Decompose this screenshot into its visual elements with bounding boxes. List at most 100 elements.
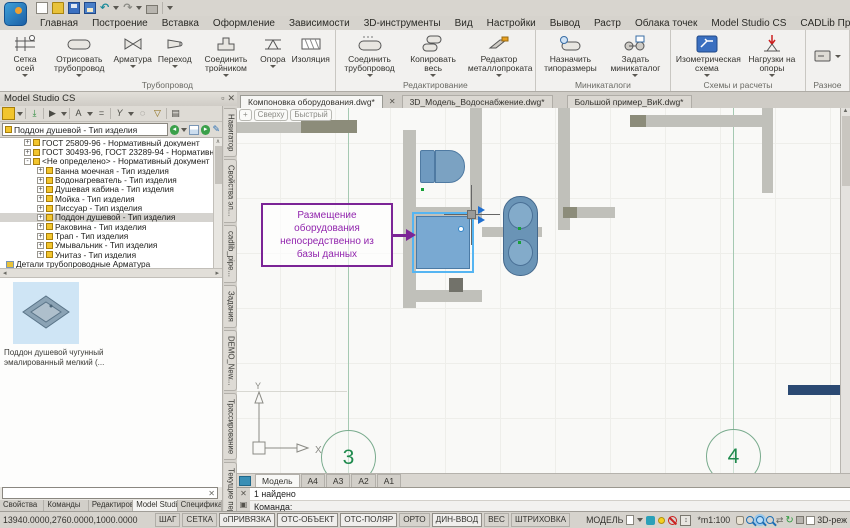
toggle-shag[interactable]: ШАГ bbox=[155, 513, 180, 527]
expand-toggle[interactable]: + bbox=[37, 223, 44, 230]
refresh-back-icon[interactable]: ◂ bbox=[170, 125, 180, 135]
expand-toggle[interactable]: + bbox=[37, 186, 44, 193]
wall[interactable] bbox=[563, 207, 577, 218]
grip-arrow-icon[interactable] bbox=[478, 206, 485, 214]
tree-row[interactable]: +Водонагреватель - Тип изделия bbox=[0, 175, 222, 184]
chevron-down-icon[interactable] bbox=[181, 128, 187, 132]
side-tab-navigator[interactable]: Навигатор bbox=[224, 108, 237, 157]
viewport-view-control[interactable]: Сверху bbox=[254, 109, 289, 121]
chevron-down-icon[interactable] bbox=[61, 112, 67, 116]
toilet-bowl[interactable] bbox=[435, 150, 465, 183]
support-loads-button[interactable]: Нагрузки на опоры bbox=[741, 32, 803, 78]
layout-icon[interactable] bbox=[239, 476, 251, 486]
chevron-down-icon[interactable] bbox=[128, 112, 134, 116]
clear-icon[interactable]: ✕ bbox=[208, 488, 215, 499]
expand-toggle[interactable]: + bbox=[37, 177, 44, 184]
tree-scrollbar[interactable]: ∧ bbox=[213, 138, 222, 268]
layout-tab-a2[interactable]: A2 bbox=[351, 474, 375, 488]
search-icon[interactable]: ◌ bbox=[136, 107, 149, 120]
export-icon[interactable]: ⤓ bbox=[28, 107, 41, 120]
doc-tab-komponovka[interactable]: Компоновка оборудования.dwg* bbox=[240, 95, 383, 108]
zoom-icon[interactable] bbox=[746, 516, 754, 524]
layers-icon[interactable] bbox=[646, 516, 655, 525]
expand-toggle[interactable]: - bbox=[24, 158, 31, 165]
menu-tab-glavnaya[interactable]: Главная bbox=[33, 17, 85, 30]
undo-caret-icon[interactable] bbox=[113, 6, 119, 10]
tree-row[interactable]: +Писсуар - Тип изделия bbox=[0, 203, 222, 212]
expand-toggle[interactable]: + bbox=[37, 242, 44, 249]
undo-icon[interactable]: ↶ bbox=[100, 2, 109, 14]
wall[interactable] bbox=[301, 120, 357, 133]
tree-row[interactable]: +ГОСТ 25809-96 - Нормативный документ bbox=[0, 138, 222, 147]
model-canvas[interactable]: Размещение оборудования непосредственно … bbox=[237, 108, 840, 473]
assign-sizes-button[interactable]: Назначить типоразмеры bbox=[538, 32, 603, 74]
misc-button[interactable] bbox=[811, 44, 844, 68]
floor-drain[interactable] bbox=[449, 278, 463, 292]
toggle-ves[interactable]: ВЕС bbox=[484, 513, 509, 527]
tree-row[interactable]: +Мойка - Тип изделия bbox=[0, 194, 222, 203]
side-tab-zadaniya[interactable]: Задания bbox=[224, 285, 237, 328]
toggle-orto[interactable]: ОРТО bbox=[399, 513, 429, 527]
viewport-menu-control[interactable]: + bbox=[239, 109, 252, 121]
expand-toggle[interactable]: + bbox=[24, 139, 31, 146]
wall[interactable] bbox=[630, 115, 646, 127]
window-element[interactable] bbox=[788, 385, 840, 395]
layout-tab-model[interactable]: Модель bbox=[255, 474, 300, 488]
pan-icon[interactable] bbox=[736, 516, 744, 525]
tree-row[interactable]: -<Не определено> - Нормативный документ bbox=[0, 157, 222, 166]
toggle-shtrikhovka[interactable]: ШТРИХОВКА bbox=[511, 513, 570, 527]
connect-pipe-button[interactable]: Соединить трубопровод bbox=[338, 32, 402, 78]
customize-caret-icon[interactable] bbox=[167, 6, 173, 10]
table-view-icon[interactable] bbox=[189, 125, 199, 135]
item-type-combo[interactable]: Поддон душевой - Тип изделия bbox=[2, 123, 168, 136]
redo-caret-icon[interactable] bbox=[136, 6, 142, 10]
sheet-icon[interactable] bbox=[626, 515, 634, 525]
menu-tab-model-studio[interactable]: Model Studio CS bbox=[704, 17, 793, 30]
copy-all-button[interactable]: Копировать весь bbox=[401, 32, 465, 78]
shower-tray-fixture[interactable] bbox=[416, 216, 470, 269]
menu-tab-vyvod[interactable]: Вывод bbox=[543, 17, 587, 30]
funnel-icon[interactable]: ▽ bbox=[151, 107, 164, 120]
wall[interactable] bbox=[237, 122, 301, 133]
pin-icon[interactable]: ✎ bbox=[212, 124, 220, 135]
toggle-ots-obekt[interactable]: ОТС-ОБЪЕКТ bbox=[277, 513, 338, 527]
canvas-scrollbar[interactable]: ▲ bbox=[840, 108, 850, 473]
support-button[interactable]: Опора bbox=[257, 32, 288, 69]
set-minicatalog-button[interactable]: Задать миникаталог bbox=[603, 32, 668, 78]
toggle-setka[interactable]: СЕТКА bbox=[182, 513, 217, 527]
space-mode-label[interactable]: МОДЕЛЬ bbox=[586, 515, 623, 525]
tree-row[interactable]: +Трап - Тип изделия bbox=[0, 231, 222, 240]
menu-tab-vid[interactable]: Вид bbox=[448, 17, 480, 30]
side-tab-demo-new[interactable]: DEMO_New... bbox=[224, 330, 237, 391]
panel-filter-input[interactable]: ✕ bbox=[2, 487, 218, 499]
menu-tab-rastr[interactable]: Растр bbox=[587, 17, 628, 30]
filter-expression-icon[interactable]: Y bbox=[113, 107, 126, 120]
side-tab-tekushchie[interactable]: Текущие пер... bbox=[224, 462, 237, 511]
tree-row[interactable]: +ГОСТ 30493-96, ГОСТ 23289-94 - Норматив… bbox=[0, 147, 222, 156]
3d-mode-label[interactable]: 3D-реж bbox=[817, 515, 847, 525]
regen-icon[interactable]: ↻ bbox=[785, 515, 793, 526]
fullscreen-icon[interactable] bbox=[806, 516, 815, 525]
expand-toggle[interactable]: + bbox=[37, 251, 44, 258]
tree-row-category[interactable]: Детали трубопроводные Арматура bbox=[0, 259, 222, 268]
sort-icon[interactable]: A bbox=[72, 107, 85, 120]
draw-pipe-button[interactable]: Отрисовать трубопровод bbox=[48, 32, 110, 78]
keyboard-icon[interactable]: ▣ bbox=[240, 500, 248, 509]
toggle-oprivyazka[interactable]: оПРИВЯЗКА bbox=[219, 513, 275, 527]
app-logo-icon[interactable] bbox=[4, 2, 27, 26]
menu-tab-zavisimosti[interactable]: Зависимости bbox=[282, 17, 357, 30]
plot-icon[interactable] bbox=[796, 516, 804, 524]
side-tab-trassirovanie[interactable]: Трассирование bbox=[224, 393, 237, 460]
tree-row[interactable]: +Унитаз - Тип изделия bbox=[0, 250, 222, 259]
chevron-down-icon[interactable] bbox=[637, 518, 643, 522]
expand-toggle[interactable]: + bbox=[24, 149, 31, 156]
lightbulb-icon[interactable] bbox=[658, 517, 665, 524]
insulation-button[interactable]: Изоляция bbox=[289, 32, 333, 65]
menu-tab-oformlenie[interactable]: Оформление bbox=[206, 17, 282, 30]
equals-icon[interactable]: = bbox=[95, 107, 108, 120]
side-tab-cadlib-pipe[interactable]: cadlib_pipe... bbox=[224, 225, 237, 283]
layout-tab-a4[interactable]: A4 bbox=[301, 474, 325, 488]
menu-tab-vstavka[interactable]: Вставка bbox=[155, 17, 206, 30]
menu-tab-oblaka-tochek[interactable]: Облака точек bbox=[628, 17, 704, 30]
expand-toggle[interactable]: + bbox=[37, 167, 44, 174]
